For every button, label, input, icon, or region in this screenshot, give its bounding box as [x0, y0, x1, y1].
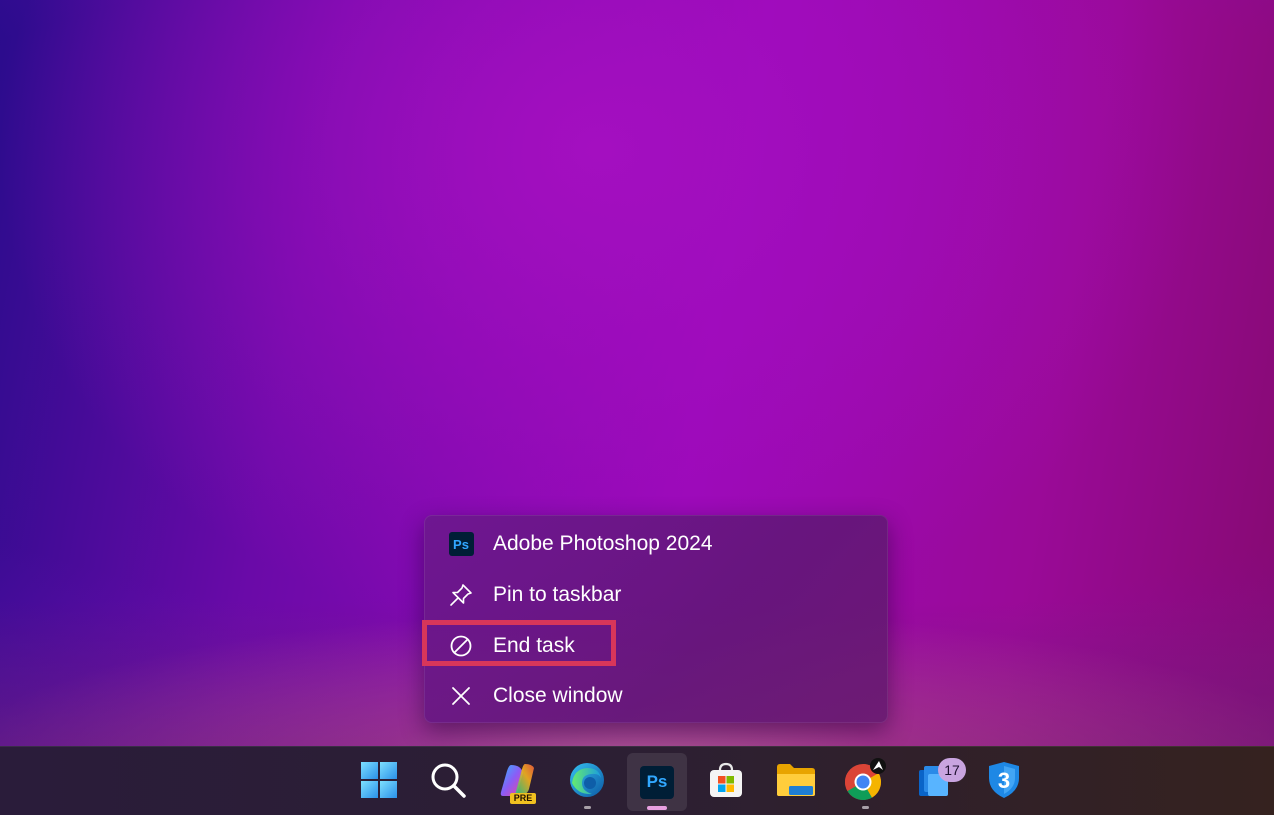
photoshop-button[interactable]: Ps	[627, 753, 687, 811]
chrome-icon	[843, 758, 887, 806]
search-icon	[429, 761, 467, 803]
sticky-app-button[interactable]: 17	[905, 753, 966, 811]
security-app-button[interactable]: 3	[974, 753, 1034, 811]
search-button[interactable]	[418, 753, 478, 811]
running-indicator	[861, 806, 869, 809]
photoshop-icon: Ps	[640, 765, 674, 799]
edge-icon	[568, 761, 606, 803]
file-explorer-button[interactable]	[766, 753, 826, 811]
menu-item-label: Close window	[493, 684, 623, 707]
folder-icon	[775, 762, 817, 802]
edge-button[interactable]	[557, 753, 617, 811]
store-icon	[707, 761, 745, 803]
svg-text:3: 3	[998, 768, 1010, 793]
taskbar: PRE Ps 17 3	[0, 746, 1274, 815]
preview-tag: PRE	[510, 793, 536, 804]
menu-item-app-name[interactable]: Ps Adobe Photoshop 2024	[424, 521, 888, 567]
pin-icon	[448, 583, 474, 607]
menu-item-pin-to-taskbar[interactable]: Pin to taskbar	[424, 572, 888, 618]
taskbar-jump-list: Ps Adobe Photoshop 2024 Pin to taskbar E…	[424, 515, 888, 723]
start-button[interactable]	[349, 753, 409, 811]
active-indicator	[647, 806, 667, 810]
store-button[interactable]	[696, 753, 756, 811]
shield-3-icon: 3	[986, 760, 1022, 804]
prohibited-icon	[448, 634, 474, 658]
menu-item-close-window[interactable]: Close window	[424, 673, 888, 719]
running-indicator	[583, 806, 591, 809]
chrome-button[interactable]	[835, 753, 895, 811]
copilot-button[interactable]: PRE	[488, 753, 548, 811]
menu-item-label: Adobe Photoshop 2024	[493, 532, 713, 555]
close-icon	[448, 684, 474, 708]
photoshop-icon: Ps	[448, 532, 474, 556]
menu-item-label: End task	[493, 634, 575, 657]
notification-badge: 17	[938, 758, 966, 782]
menu-item-label: Pin to taskbar	[493, 583, 622, 606]
menu-item-end-task[interactable]: End task	[424, 623, 888, 669]
windows-logo-icon	[360, 761, 398, 803]
